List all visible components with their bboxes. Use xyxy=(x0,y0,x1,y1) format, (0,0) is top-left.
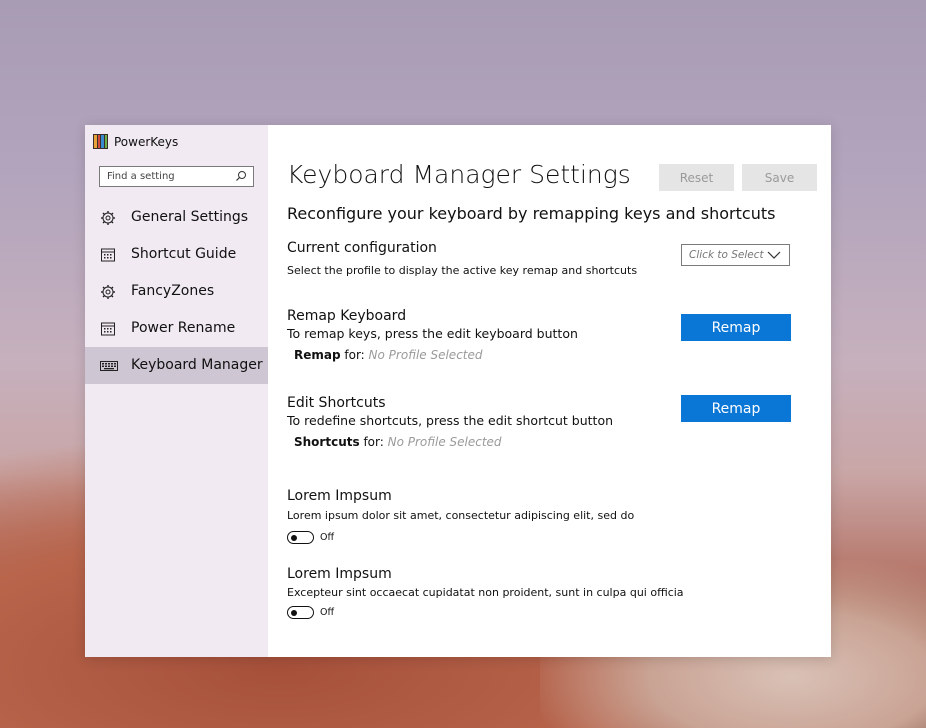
shortcuts-for-suffix: for: xyxy=(359,435,388,449)
lorem1-desc: Lorem ipsum dolor sit amet, consectetur … xyxy=(287,509,635,522)
edit-shortcuts-title: Edit Shortcuts xyxy=(287,395,386,411)
reset-button[interactable]: Reset xyxy=(659,164,734,191)
sidebar-item-fancyzones[interactable]: FancyZones xyxy=(85,273,268,310)
app-window: PowerKeys General Settings xyxy=(85,125,831,657)
app-header: PowerKeys xyxy=(93,134,178,149)
sidebar-item-power-rename[interactable]: Power Rename xyxy=(85,310,268,347)
keyboard-icon xyxy=(100,361,118,371)
app-logo xyxy=(93,134,108,149)
remap-keyboard-desc: To remap keys, press the edit keyboard b… xyxy=(287,326,578,341)
main-content: Keyboard Manager Settings Reset Save Rec… xyxy=(268,125,831,657)
profile-dropdown-value: Click to Select xyxy=(689,249,764,261)
remap-keyboard-title: Remap Keyboard xyxy=(287,308,407,324)
remap-for-suffix: for: xyxy=(340,348,369,362)
sidebar-item-label: General Settings xyxy=(131,209,249,225)
sidebar: PowerKeys General Settings xyxy=(85,125,268,657)
toggle-label: Off xyxy=(320,607,335,618)
search-icon[interactable] xyxy=(235,170,247,182)
shortcuts-for-label: Shortcuts xyxy=(294,435,360,449)
toggle-track[interactable] xyxy=(287,606,314,619)
sidebar-item-general-settings[interactable]: General Settings xyxy=(85,199,268,236)
edit-shortcuts-button[interactable]: Remap xyxy=(681,395,791,422)
sidebar-item-label: Keyboard Manager xyxy=(131,357,263,373)
remap-keyboard-button[interactable]: Remap xyxy=(681,314,791,341)
shortcuts-for-line: Shortcuts for: No Profile Selected xyxy=(294,435,502,449)
calendar-icon xyxy=(101,322,115,336)
sidebar-nav: General Settings Shortcut Guide FancyZon… xyxy=(85,199,268,384)
page-title: Keyboard Manager Settings xyxy=(287,160,631,189)
toggle-knob xyxy=(291,609,297,616)
remap-for-value: No Profile Selected xyxy=(368,348,483,362)
gear-icon xyxy=(101,285,115,299)
page-subtitle: Reconfigure your keyboard by remapping k… xyxy=(287,204,776,223)
remap-for-line: Remap for: No Profile Selected xyxy=(294,348,483,362)
sidebar-item-label: Power Rename xyxy=(131,320,236,336)
lorem2-title: Lorem Impsum xyxy=(287,566,392,582)
toggle-track[interactable] xyxy=(287,531,314,544)
current-config-title: Current configuration xyxy=(287,240,437,256)
sidebar-item-keyboard-manager[interactable]: Keyboard Manager xyxy=(85,347,268,384)
toggle-label: Off xyxy=(320,532,335,543)
chevron-down-icon xyxy=(767,251,781,259)
search-input[interactable] xyxy=(100,167,237,186)
sidebar-item-shortcut-guide[interactable]: Shortcut Guide xyxy=(85,236,268,273)
save-button[interactable]: Save xyxy=(742,164,817,191)
lorem2-desc: Excepteur sint occaecat cupidatat non pr… xyxy=(287,586,684,599)
current-config-desc: Select the profile to display the active… xyxy=(287,264,638,277)
remap-for-label: Remap xyxy=(294,348,341,362)
lorem2-toggle[interactable]: Off xyxy=(287,606,334,619)
lorem1-toggle[interactable]: Off xyxy=(287,531,334,544)
calendar-icon xyxy=(101,248,115,262)
toggle-knob xyxy=(291,534,297,541)
profile-dropdown[interactable]: Click to Select xyxy=(681,244,790,266)
lorem1-title: Lorem Impsum xyxy=(287,488,392,504)
sidebar-item-label: Shortcut Guide xyxy=(131,246,237,262)
sidebar-item-label: FancyZones xyxy=(131,283,215,299)
app-title: PowerKeys xyxy=(114,134,179,149)
gear-icon xyxy=(101,211,115,225)
shortcuts-for-value: No Profile Selected xyxy=(387,435,502,449)
search-box[interactable] xyxy=(99,166,254,187)
edit-shortcuts-desc: To redefine shortcuts, press the edit sh… xyxy=(287,413,614,428)
